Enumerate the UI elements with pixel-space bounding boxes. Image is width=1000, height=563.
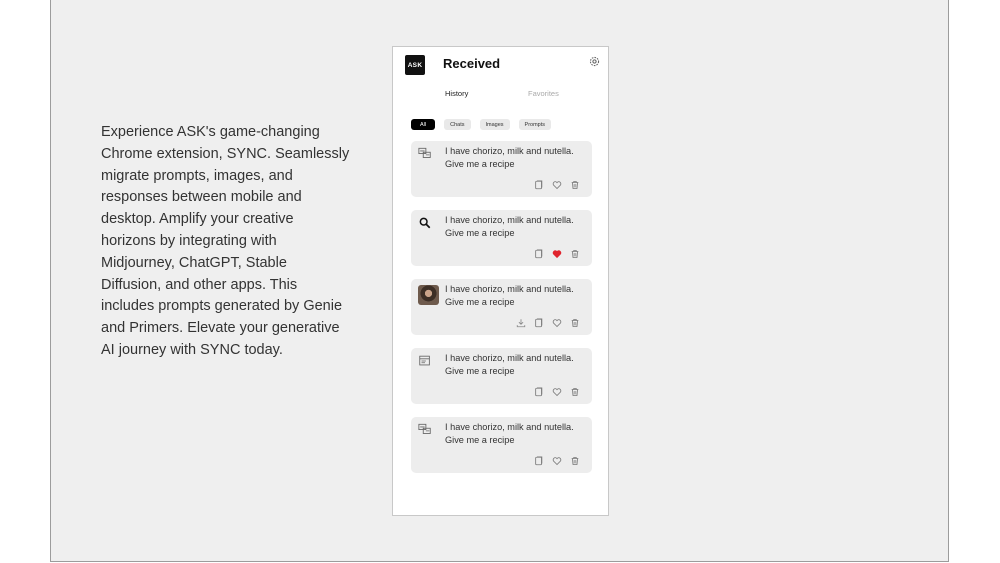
description-text: Experience ASK's game-changing Chrome ex… [101, 124, 350, 358]
heart-icon[interactable] [552, 180, 562, 190]
download-icon[interactable] [516, 318, 526, 328]
trash-icon[interactable] [570, 456, 580, 466]
gear-icon[interactable] [588, 55, 601, 68]
copy-icon[interactable] [534, 318, 544, 328]
item-actions [534, 180, 580, 190]
item-text: I have chorizo, milk and nutella. Give m… [445, 284, 574, 307]
list-item[interactable]: I have chorizo, milk and nutella. Give m… [411, 279, 592, 335]
filter-images[interactable]: Images [479, 119, 510, 130]
copy-icon[interactable] [534, 456, 544, 466]
copy-icon[interactable] [534, 249, 544, 259]
chat-translate-icon [418, 423, 431, 434]
trash-icon[interactable] [570, 180, 580, 190]
heart-icon[interactable] [552, 318, 562, 328]
filter-all[interactable]: All [411, 119, 436, 130]
item-text: I have chorizo, milk and nutella. Give m… [445, 215, 574, 238]
item-actions [534, 387, 580, 397]
heart-icon[interactable] [552, 387, 562, 397]
slide: Experience ASK's game-changing Chrome ex… [50, 0, 949, 562]
item-text: I have chorizo, milk and nutella. Give m… [445, 146, 574, 169]
list-item[interactable]: I have chorizo, milk and nutella. Give m… [411, 210, 592, 266]
item-text: I have chorizo, milk and nutella. Give m… [445, 353, 574, 376]
trash-icon[interactable] [570, 387, 580, 397]
heart-filled-icon[interactable] [552, 249, 562, 259]
filter-prompts[interactable]: Prompts [518, 119, 552, 130]
tab-history[interactable]: History [445, 89, 468, 98]
item-text: I have chorizo, milk and nutella. Give m… [445, 422, 574, 445]
page-title: Received [443, 56, 501, 71]
trash-icon[interactable] [570, 249, 580, 259]
item-actions [534, 249, 580, 259]
list-item[interactable]: I have chorizo, milk and nutella. Give m… [411, 141, 592, 197]
filter-chips: All Chats Images Prompts [411, 119, 552, 130]
chat-translate-icon [418, 147, 431, 158]
copy-icon[interactable] [534, 387, 544, 397]
tab-favorites[interactable]: Favorites [528, 89, 559, 98]
filter-chats[interactable]: Chats [444, 119, 471, 130]
ask-logo: ASK [405, 55, 425, 75]
copy-icon[interactable] [534, 180, 544, 190]
search-icon [419, 217, 431, 229]
item-actions [516, 318, 580, 328]
trash-icon[interactable] [570, 318, 580, 328]
window-icon [419, 355, 430, 366]
extension-panel: ASK Received History Favorites All Chats… [392, 46, 609, 516]
heart-icon[interactable] [552, 456, 562, 466]
list-item[interactable]: I have chorizo, milk and nutella. Give m… [411, 348, 592, 404]
image-thumbnail [418, 285, 439, 305]
list-item[interactable]: I have chorizo, milk and nutella. Give m… [411, 417, 592, 473]
item-actions [534, 456, 580, 466]
